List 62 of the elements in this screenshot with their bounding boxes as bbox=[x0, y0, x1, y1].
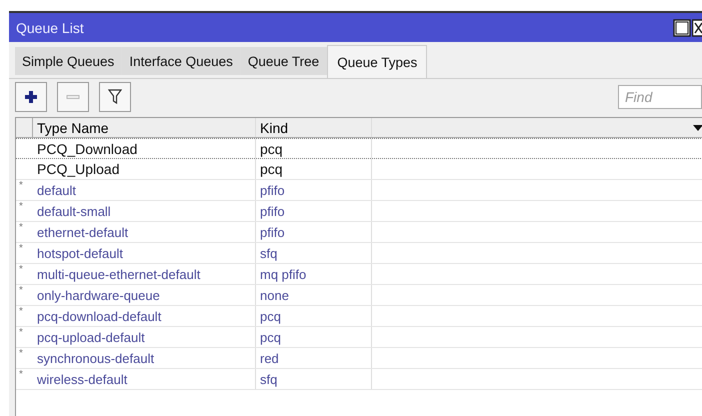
plus-icon bbox=[24, 90, 38, 104]
type-name-cell: multi-queue-ethernet-default bbox=[37, 266, 200, 282]
tab[interactable]: Interface Queues bbox=[122, 47, 241, 75]
remove-button[interactable] bbox=[57, 82, 89, 112]
window-title: Queue List bbox=[16, 20, 85, 36]
column-header[interactable]: Kind bbox=[256, 118, 372, 137]
flag-label: * bbox=[19, 306, 23, 317]
table-row[interactable]: PCQ_Upload pcq bbox=[16, 159, 702, 180]
type-name-cell: ethernet-default bbox=[37, 224, 128, 240]
type-name-cell: PCQ_Upload bbox=[37, 161, 120, 177]
tab[interactable]: Queue Types bbox=[327, 45, 428, 78]
kind-cell: sfq bbox=[260, 246, 278, 260]
table-row[interactable]: * pcq-download-default pcq bbox=[16, 306, 702, 327]
type-name-cell: hotspot-default bbox=[37, 246, 124, 260]
filter-icon bbox=[108, 89, 122, 105]
flag-label: * bbox=[19, 369, 23, 380]
flag-label: * bbox=[19, 348, 23, 359]
table-row[interactable]: * hotspot-default sfq bbox=[16, 243, 702, 264]
kind-cell: none bbox=[260, 288, 289, 302]
type-name-cell: synchronous-default bbox=[37, 350, 154, 366]
column-header[interactable]: Type Name bbox=[33, 118, 256, 137]
type-name-cell: only-hardware-queue bbox=[37, 288, 160, 302]
add-button[interactable] bbox=[15, 82, 47, 112]
kind-cell: pfifo bbox=[260, 224, 285, 240]
table-row[interactable]: * default pfifo bbox=[16, 180, 702, 201]
kind-cell: pcq bbox=[260, 140, 283, 156]
flag-label: * bbox=[19, 243, 23, 254]
table-row[interactable]: * multi-queue-ethernet-default mq pfifo bbox=[16, 264, 702, 285]
table-row[interactable]: * default-small pfifo bbox=[16, 201, 702, 222]
type-name-cell: default bbox=[37, 182, 76, 198]
kind-cell: pcq bbox=[260, 330, 281, 344]
table-row[interactable]: PCQ_Download pcq bbox=[16, 138, 702, 159]
search-field[interactable]: Find bbox=[618, 85, 702, 109]
tab[interactable]: Queue Tree bbox=[240, 47, 328, 75]
table-row[interactable]: * ethernet-default pfifo bbox=[16, 222, 702, 243]
kind-cell: pcq bbox=[260, 308, 281, 324]
flag-label: * bbox=[19, 327, 23, 338]
dropdown-arrow-icon[interactable] bbox=[693, 124, 702, 130]
kind-cell: mq pfifo bbox=[260, 266, 306, 282]
type-name-cell: pcq-upload-default bbox=[37, 330, 145, 344]
table-row[interactable]: * pcq-upload-default pcq bbox=[16, 327, 702, 348]
type-name-cell: wireless-default bbox=[37, 372, 128, 386]
flag-label: * bbox=[19, 222, 23, 233]
kind-cell: sfq bbox=[260, 372, 278, 386]
kind-cell: pfifo bbox=[260, 204, 285, 218]
maximize-icon[interactable] bbox=[673, 18, 691, 36]
flag-label: * bbox=[19, 285, 23, 296]
kind-cell: pfifo bbox=[260, 182, 285, 198]
table-row[interactable]: * only-hardware-queue none bbox=[16, 285, 702, 306]
type-name-cell: PCQ_Download bbox=[37, 140, 138, 156]
kind-cell: pcq bbox=[260, 161, 283, 177]
flag-label: * bbox=[19, 201, 23, 212]
type-name-cell: pcq-download-default bbox=[37, 308, 162, 324]
type-name-cell: default-small bbox=[37, 204, 111, 218]
tab[interactable]: Simple Queues bbox=[15, 47, 122, 75]
table-row[interactable]: * wireless-default sfq bbox=[16, 369, 702, 390]
close-icon[interactable] bbox=[692, 18, 702, 36]
flag-label: * bbox=[19, 264, 23, 275]
filter-button[interactable] bbox=[99, 82, 131, 112]
kind-cell: red bbox=[260, 350, 279, 366]
table-row[interactable]: * synchronous-default red bbox=[16, 348, 702, 369]
flag-label: * bbox=[19, 180, 23, 191]
